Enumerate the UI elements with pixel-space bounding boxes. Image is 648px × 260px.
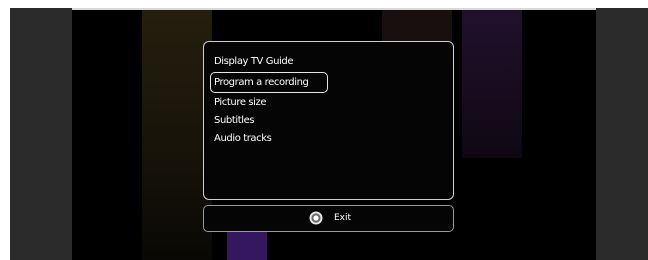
menu-item-program-a-recording[interactable]: Program a recording xyxy=(210,72,328,93)
exit-button[interactable]: Exit xyxy=(203,205,454,232)
remote-ok-button-icon xyxy=(309,211,323,225)
background-video-content xyxy=(227,228,267,260)
background-video-content xyxy=(142,8,212,260)
menu-item-subtitles[interactable]: Subtitles xyxy=(211,112,451,130)
video-playback-area: Display TV Guide Program a recording Pic… xyxy=(72,8,596,260)
menu-item-picture-size[interactable]: Picture size xyxy=(211,94,451,112)
background-video-content xyxy=(462,8,522,158)
options-menu-panel: Display TV Guide Program a recording Pic… xyxy=(203,41,454,200)
screen-top-border xyxy=(72,8,596,10)
menu-item-display-tv-guide[interactable]: Display TV Guide xyxy=(211,53,451,71)
tv-screen-frame: Display TV Guide Program a recording Pic… xyxy=(10,8,648,260)
menu-item-audio-tracks[interactable]: Audio tracks xyxy=(211,130,451,148)
exit-label: Exit xyxy=(334,213,352,223)
options-menu-list: Display TV Guide Program a recording Pic… xyxy=(210,53,451,148)
